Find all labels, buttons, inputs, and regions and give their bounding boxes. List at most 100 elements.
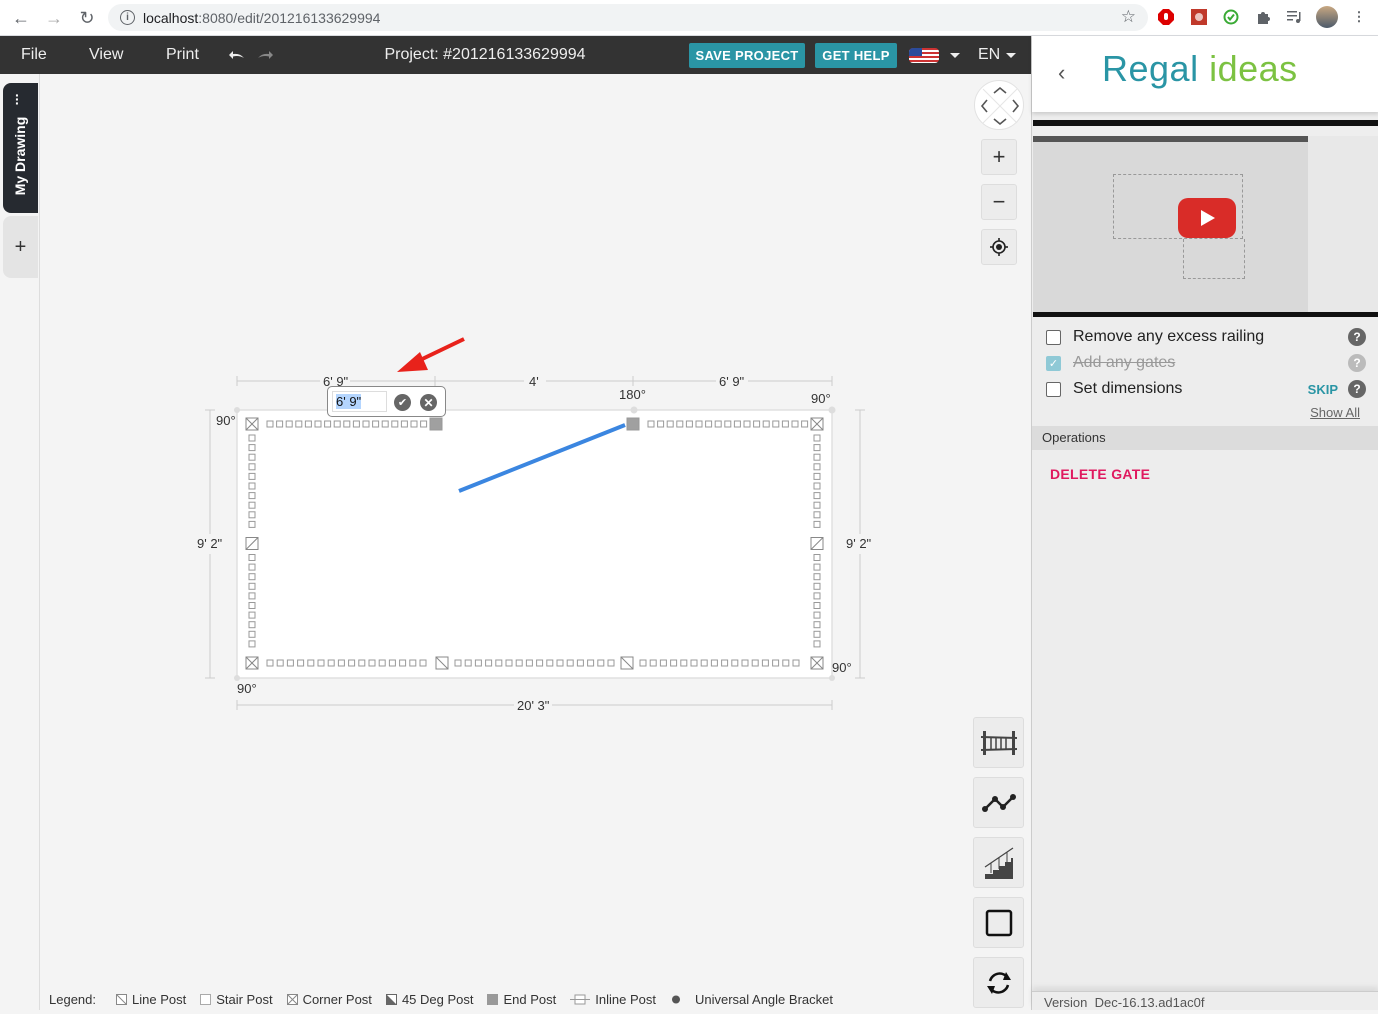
stair-post[interactable]	[813, 592, 821, 600]
check-extension-icon[interactable]	[1222, 8, 1240, 26]
polyline-tool-button[interactable]	[973, 777, 1024, 828]
stair-post[interactable]	[276, 659, 284, 667]
bookmark-star-icon[interactable]: ☆	[1121, 7, 1136, 27]
stair-post[interactable]	[362, 420, 370, 428]
stair-post[interactable]	[399, 659, 407, 667]
stair-post[interactable]	[813, 453, 821, 461]
stair-post[interactable]	[409, 659, 417, 667]
show-all-link[interactable]: Show All	[1310, 405, 1360, 420]
adblock-icon[interactable]	[1157, 8, 1175, 26]
stair-post[interactable]	[314, 420, 322, 428]
stair-post[interactable]	[587, 659, 595, 667]
stair-post[interactable]	[515, 659, 523, 667]
stair-post[interactable]	[710, 659, 718, 667]
language-caret-icon[interactable]	[1006, 53, 1016, 58]
zoom-in-button[interactable]: +	[981, 139, 1017, 175]
line-post[interactable]	[620, 656, 634, 670]
menu-file[interactable]: File	[21, 36, 47, 74]
stair-post[interactable]	[368, 659, 376, 667]
media-queue-icon[interactable]	[1286, 8, 1304, 26]
stair-post[interactable]	[801, 420, 809, 428]
us-flag-icon[interactable]	[909, 48, 939, 63]
confirm-check-icon[interactable]: ✔	[394, 394, 411, 411]
task-add-gates[interactable]: ✓ Add any gates ?	[1046, 352, 1366, 374]
task-set-dimensions[interactable]: Set dimensions SKIP ?	[1046, 378, 1366, 400]
stair-post[interactable]	[348, 659, 356, 667]
stair-post[interactable]	[474, 659, 482, 667]
stair-post[interactable]	[266, 420, 274, 428]
line-post[interactable]	[245, 537, 259, 550]
extension-red-icon[interactable]	[1190, 8, 1208, 26]
stair-post[interactable]	[556, 659, 564, 667]
info-icon[interactable]: i	[120, 10, 135, 25]
stair-post[interactable]	[420, 420, 428, 428]
stair-post[interactable]	[761, 659, 769, 667]
stair-post[interactable]	[813, 501, 821, 509]
stair-post[interactable]	[762, 420, 770, 428]
dimension-input[interactable]: 6' 9"	[332, 391, 387, 412]
task-checkbox[interactable]	[1046, 381, 1061, 397]
stair-post[interactable]	[485, 659, 493, 667]
stair-post[interactable]	[285, 420, 293, 428]
help-icon[interactable]: ?	[1348, 354, 1366, 372]
stair-post[interactable]	[352, 420, 360, 428]
youtube-play-icon[interactable]	[1178, 198, 1236, 238]
help-icon[interactable]: ?	[1348, 380, 1366, 398]
stair-post[interactable]	[813, 582, 821, 590]
stair-post[interactable]	[295, 420, 303, 428]
stair-post[interactable]	[813, 520, 821, 528]
stair-post[interactable]	[381, 420, 389, 428]
stair-post[interactable]	[690, 659, 698, 667]
corner-post[interactable]	[245, 417, 259, 431]
task-remove-railing[interactable]: Remove any excess railing ?	[1046, 326, 1366, 348]
dim-label-right[interactable]: 9' 2"	[846, 536, 871, 551]
stair-post[interactable]	[248, 602, 256, 609]
stair-post[interactable]	[751, 659, 759, 667]
stair-post[interactable]	[248, 501, 256, 509]
stair-post[interactable]	[666, 420, 674, 428]
dim-label-left[interactable]: 9' 2"	[197, 536, 222, 551]
stair-post[interactable]	[813, 554, 821, 561]
stair-post[interactable]	[391, 420, 399, 428]
stair-post[interactable]	[248, 434, 256, 442]
stair-post[interactable]	[813, 611, 821, 619]
forward-icon[interactable]: →	[43, 7, 65, 29]
stair-post[interactable]	[248, 611, 256, 619]
stair-post[interactable]	[813, 472, 821, 480]
stair-post[interactable]	[525, 659, 533, 667]
corner-post[interactable]	[810, 417, 824, 431]
stair-post[interactable]	[576, 659, 584, 667]
stair-post[interactable]	[743, 420, 751, 428]
stair-post[interactable]	[546, 659, 554, 667]
menu-view[interactable]: View	[89, 36, 123, 74]
stair-post[interactable]	[337, 659, 345, 667]
stair-post[interactable]	[297, 659, 305, 667]
stair-post[interactable]	[388, 659, 396, 667]
stair-post[interactable]	[248, 472, 256, 480]
reload-icon[interactable]: ↻	[76, 7, 98, 29]
cancel-x-icon[interactable]: ✕	[420, 394, 437, 411]
stair-post[interactable]	[685, 420, 693, 428]
railing-tool-button[interactable]	[973, 717, 1024, 768]
stair-post[interactable]	[317, 659, 325, 667]
add-drawing-button[interactable]: +	[3, 216, 38, 278]
stair-post[interactable]	[781, 420, 789, 428]
delete-gate-button[interactable]: DELETE GATE	[1050, 466, 1150, 482]
tutorial-video[interactable]	[1033, 120, 1378, 317]
stair-post[interactable]	[813, 621, 821, 629]
undo-icon[interactable]	[225, 44, 247, 66]
stair-post[interactable]	[753, 420, 761, 428]
tab-menu-dots-icon[interactable]: · · ·	[15, 88, 20, 110]
stair-post[interactable]	[248, 520, 256, 528]
stair-post[interactable]	[741, 659, 749, 667]
drawing-canvas[interactable]: 6' 9" 4' 6' 9" 9' 2" 9' 2" 20' 3" 90° 18…	[40, 74, 1031, 1010]
stair-post[interactable]	[248, 554, 256, 561]
get-help-button[interactable]: GET HELP	[815, 43, 897, 68]
stair-post[interactable]	[276, 420, 284, 428]
address-bar[interactable]: i localhost:8080/edit/201216133629994 ☆	[108, 4, 1148, 31]
stair-post[interactable]	[248, 482, 256, 490]
end-post[interactable]	[626, 417, 640, 431]
stair-post[interactable]	[813, 630, 821, 638]
stair-post[interactable]	[248, 630, 256, 638]
stair-post[interactable]	[680, 659, 688, 667]
